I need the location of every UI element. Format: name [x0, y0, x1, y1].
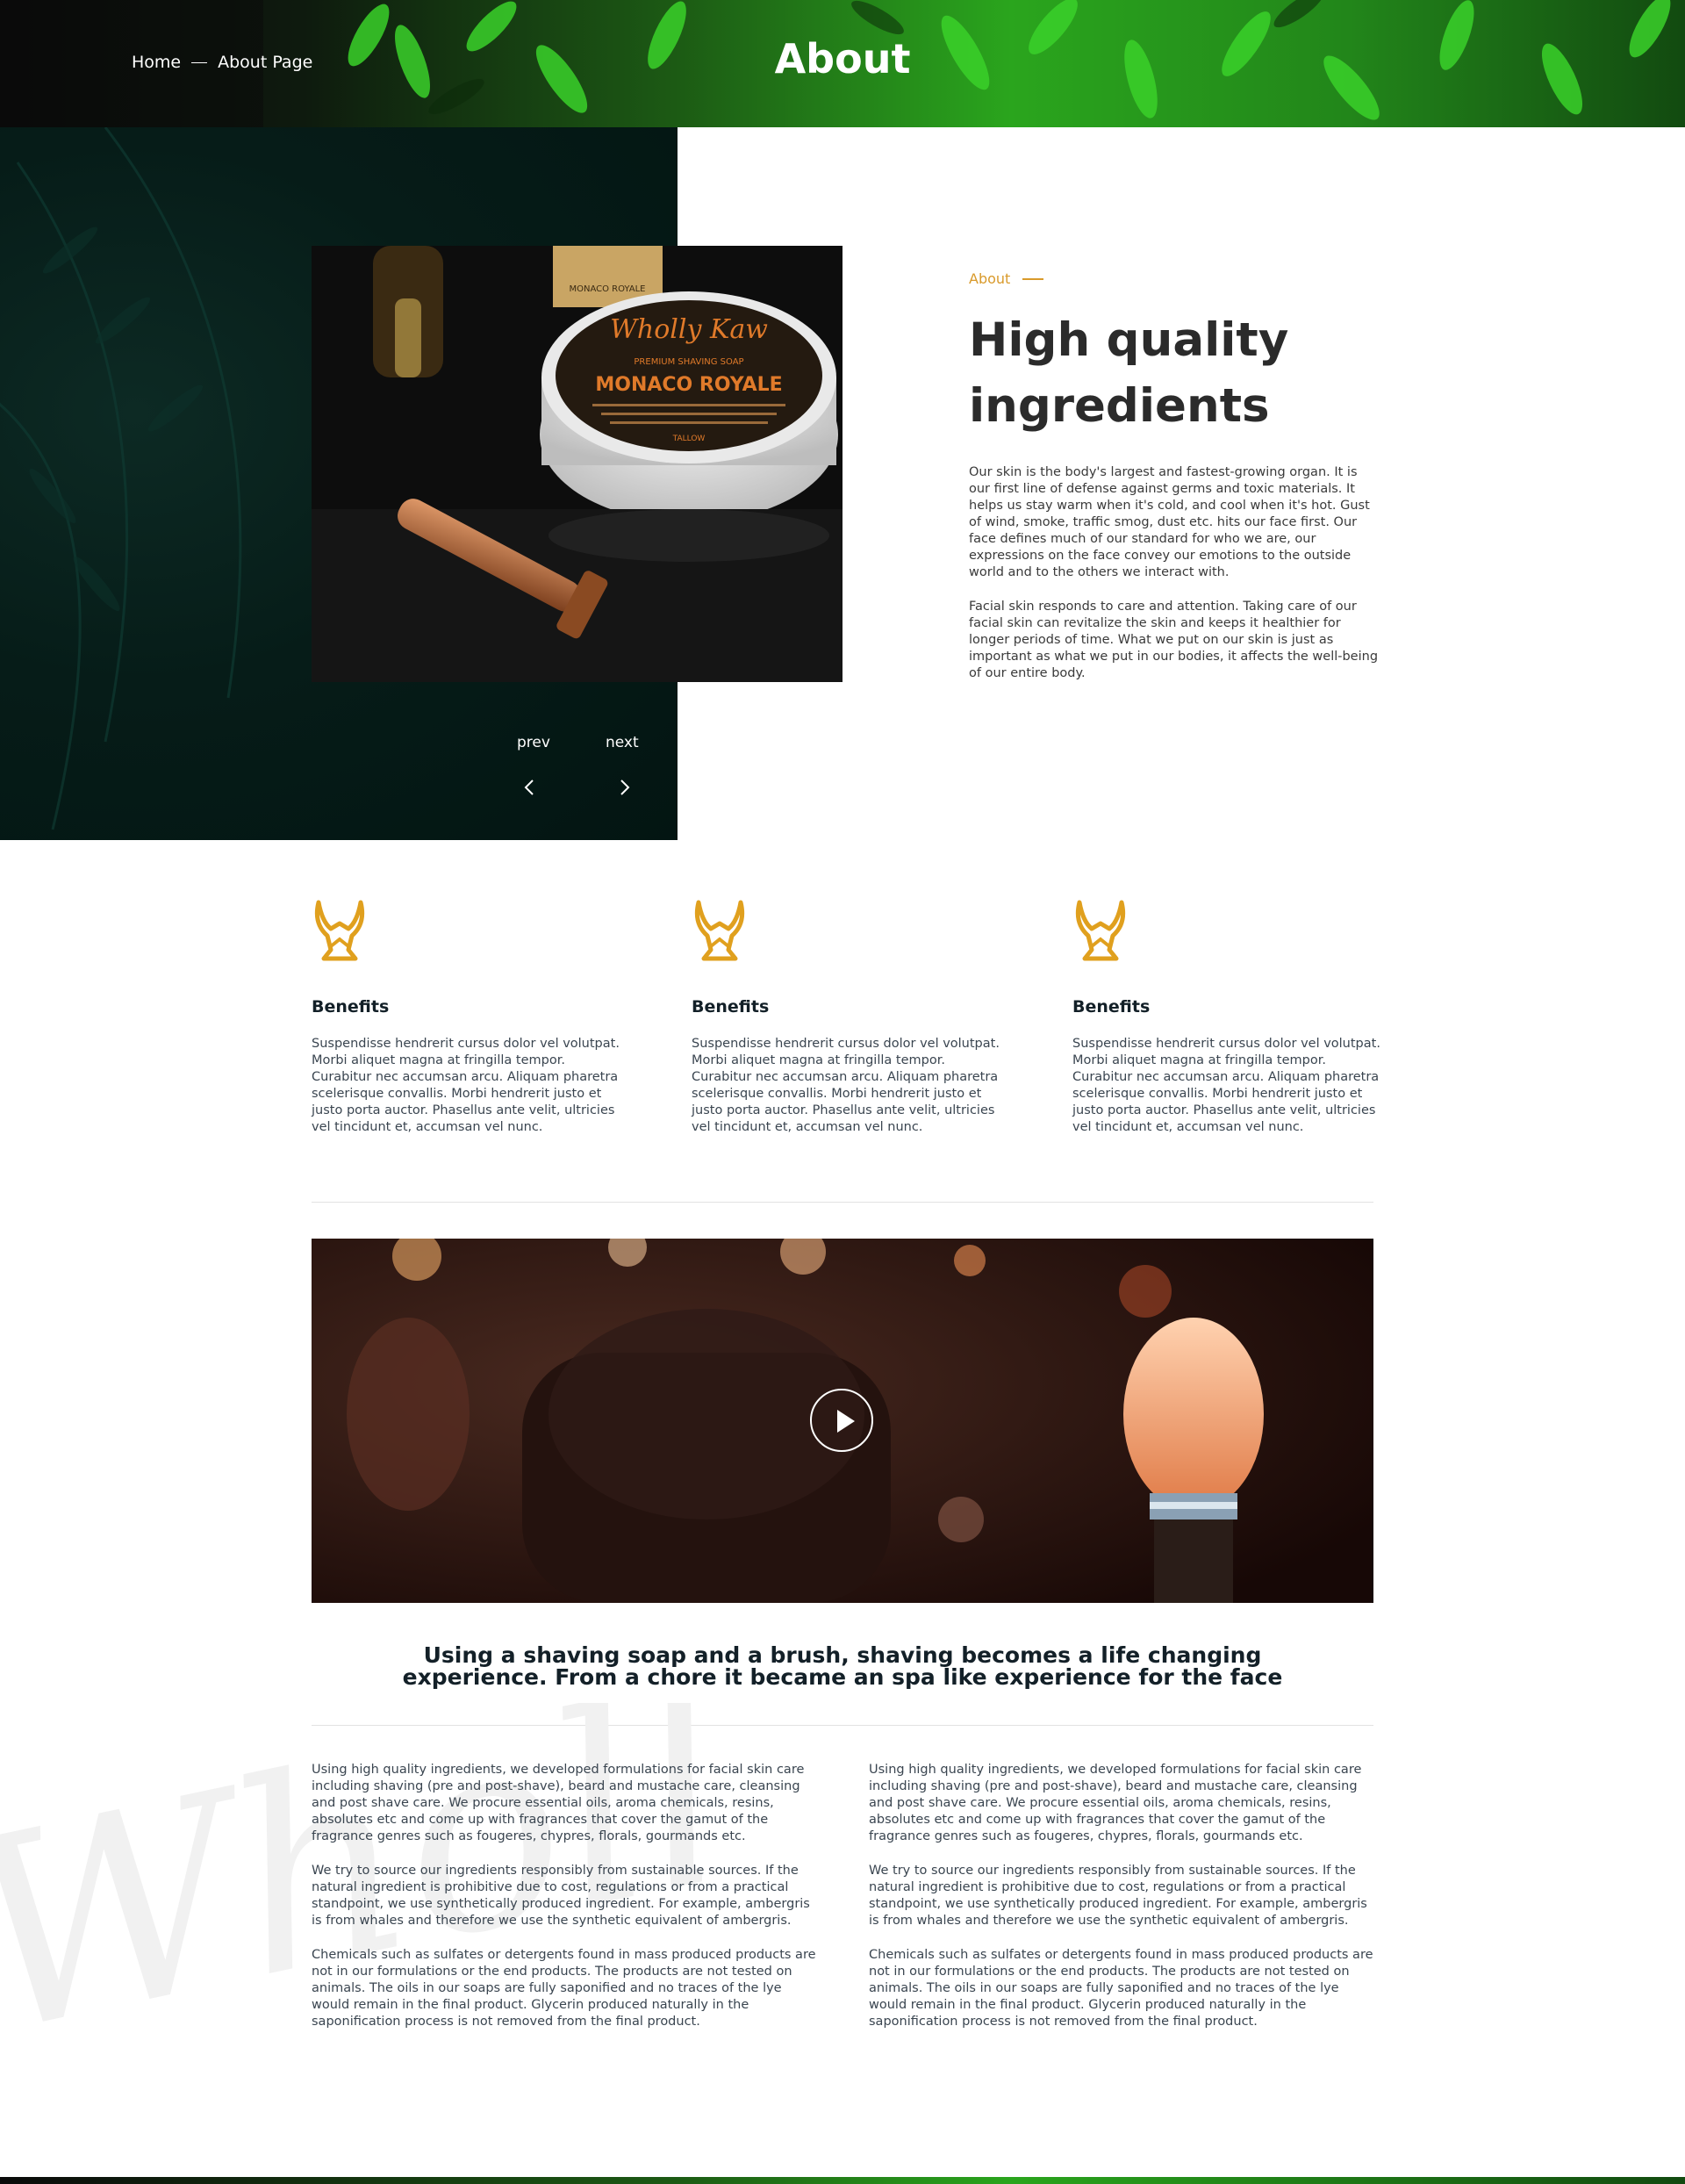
feature-quote: Using a shaving soap and a brush, shavin…	[402, 1642, 1283, 1690]
bull-horns-icon	[1075, 900, 1126, 961]
back-jar-label: MONACO ROYALE	[569, 284, 645, 294]
benefit-title: Benefits	[1072, 997, 1151, 1017]
page-title: About	[774, 35, 911, 83]
about-heading: High quality ingredients	[969, 313, 1289, 433]
benefit-text: Suspendisse hendrerit cursus dolor vel v…	[312, 1037, 620, 1134]
benefit-title: Benefits	[692, 997, 770, 1017]
soap-line: PREMIUM SHAVING SOAP	[634, 357, 743, 367]
slider-prev-label[interactable]: prev	[517, 734, 550, 751]
benefit-title: Benefits	[312, 997, 390, 1017]
bull-horns-icon	[694, 900, 745, 961]
video-player[interactable]	[312, 1239, 1373, 1603]
content-column-left: Using high quality ingredients, we devel…	[312, 1762, 819, 2048]
about-paragraph-2: Facial skin responds to care and attenti…	[969, 600, 1379, 680]
chevron-left-icon[interactable]	[520, 778, 540, 797]
column-paragraph: Using high quality ingredients, we devel…	[312, 1763, 805, 1843]
chevron-right-icon[interactable]	[614, 778, 634, 797]
column-paragraph: Chemicals such as sulfates or detergents…	[869, 1948, 1373, 2029]
column-paragraph: We try to source our ingredients respons…	[312, 1864, 810, 1928]
benefit-text: Suspendisse hendrerit cursus dolor vel v…	[692, 1037, 1000, 1134]
product-slide-image: MONACO ROYALE Wholly Kaw PREMIUM SHAVING…	[312, 246, 842, 682]
about-section-tag: About	[969, 270, 1044, 287]
benefit-text: Suspendisse hendrerit cursus dolor vel v…	[1072, 1037, 1380, 1134]
about-paragraph-1: Our skin is the body's largest and faste…	[969, 465, 1370, 579]
bull-horns-icon	[314, 900, 365, 961]
slider-next-label[interactable]: next	[606, 734, 639, 751]
soap-brand: Wholly Kaw	[610, 314, 768, 345]
soap-name: MONACO ROYALE	[595, 374, 782, 396]
hero-banner: Home About Page About	[0, 0, 1685, 127]
column-paragraph: Using high quality ingredients, we devel…	[869, 1763, 1362, 1843]
soap-base: TALLOW	[672, 435, 706, 443]
benefit-card: Benefits Suspendisse hendrerit cursus do…	[692, 897, 1000, 1136]
column-paragraph: Chemicals such as sulfates or detergents…	[312, 1948, 816, 2029]
footer-banner-edge	[0, 2177, 1685, 2184]
section-divider	[312, 1202, 1373, 1203]
content-column-right: Using high quality ingredients, we devel…	[869, 1762, 1376, 2048]
column-paragraph: We try to source our ingredients respons…	[869, 1864, 1367, 1928]
play-icon[interactable]	[810, 1389, 873, 1452]
benefit-card: Benefits Suspendisse hendrerit cursus do…	[312, 897, 620, 1136]
about-tag-label: About	[969, 270, 1011, 287]
about-tag-line	[1022, 277, 1044, 280]
shaving-soap-photo: MONACO ROYALE Wholly Kaw PREMIUM SHAVING…	[312, 246, 842, 682]
benefit-card: Benefits Suspendisse hendrerit cursus do…	[1072, 897, 1381, 1136]
